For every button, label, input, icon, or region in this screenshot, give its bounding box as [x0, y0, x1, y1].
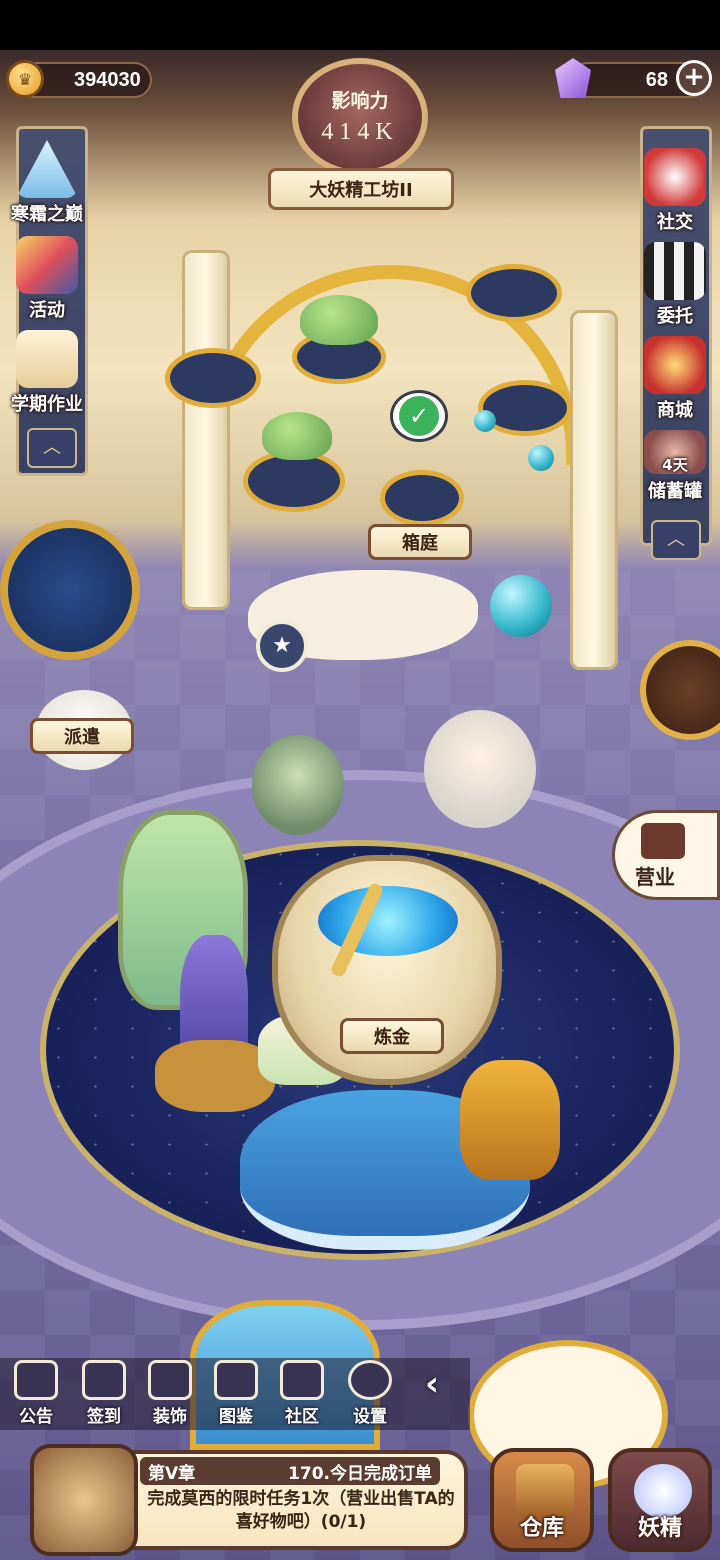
checkin-label: 签到 — [87, 1407, 121, 1427]
cauldron-liquid — [318, 886, 458, 956]
commission-icon — [644, 242, 706, 300]
quest-book-icon[interactable] — [30, 1444, 138, 1556]
wood-stump — [155, 1040, 275, 1112]
checkin-button[interactable]: 签到 — [76, 1360, 132, 1427]
commission-label: 委托 — [657, 306, 693, 327]
shop-bag-icon — [641, 823, 685, 859]
garden-tag[interactable]: 箱庭 — [368, 524, 472, 560]
event-button[interactable]: 活动 — [0, 236, 102, 322]
quest-header: 第V章 170.今日完成订单 — [140, 1457, 440, 1485]
business-button[interactable]: 营业 — [612, 810, 720, 900]
community-icon — [280, 1360, 324, 1400]
piggy-bank-button[interactable]: 4天 储蓄罐 — [620, 430, 720, 503]
shelf-top-right[interactable] — [466, 264, 562, 322]
community-button[interactable]: 社区 — [274, 1360, 330, 1427]
dispatch-tag[interactable]: 派遣 — [30, 718, 134, 754]
homework-label: 学期作业 — [11, 394, 83, 415]
telescope[interactable] — [0, 520, 140, 660]
plant-top — [300, 295, 378, 345]
warehouse-label: 仓库 — [519, 1516, 564, 1541]
social-icon — [644, 148, 706, 206]
coins-value: 394030 — [74, 68, 141, 91]
fairy-girl-character[interactable] — [424, 710, 536, 828]
coin-icon: ♛ — [6, 60, 44, 98]
event-picture-icon — [16, 236, 78, 294]
add-gems-button[interactable]: + — [676, 60, 712, 96]
gems-value: 68 — [645, 68, 668, 91]
influence-value: 414K — [321, 119, 399, 145]
shelf-left[interactable] — [165, 348, 261, 408]
collapse-right-menu-button[interactable]: ︿ — [651, 520, 701, 560]
pillar-left — [182, 250, 230, 610]
settings-button[interactable]: 设置 — [342, 1360, 398, 1427]
frost-peak-button[interactable]: 寒霜之巅 — [0, 140, 102, 226]
collapse-left-menu-button[interactable]: ︿ — [27, 428, 77, 468]
piggy-bank-badge: 4天 — [662, 456, 688, 474]
notice-label: 公告 — [19, 1407, 53, 1427]
notice-button[interactable]: 公告 — [8, 1360, 64, 1427]
mall-button[interactable]: 商城 — [620, 336, 720, 422]
status-bar — [0, 0, 720, 50]
chevron-up-icon: ︿ — [43, 437, 61, 458]
piggy-bank-label: 储蓄罐 — [648, 481, 702, 502]
business-label: 营业 — [635, 865, 675, 889]
social-button[interactable]: 社交 — [620, 148, 720, 234]
pillar-right — [570, 310, 618, 670]
decoration-button[interactable]: 装饰 — [142, 1360, 198, 1427]
handbook-button[interactable]: 图鉴 — [208, 1360, 264, 1427]
handbook-label: 图鉴 — [219, 1407, 253, 1427]
handbook-icon — [214, 1360, 258, 1400]
dragon-character[interactable] — [252, 735, 344, 835]
potion-flask — [490, 575, 552, 637]
garden-ready-bubble[interactable]: ✓ — [390, 390, 448, 442]
mall-icon — [644, 336, 706, 394]
ice-mountain-icon — [16, 140, 78, 198]
settings-label: 设置 — [353, 1407, 387, 1427]
decoration-icon — [148, 1360, 192, 1400]
fairy-button[interactable]: 妖精 — [608, 1448, 712, 1552]
settings-icon — [348, 1360, 392, 1400]
notice-icon — [14, 1360, 58, 1400]
community-label: 社区 — [285, 1407, 319, 1427]
warehouse-button[interactable]: 仓库 — [490, 1448, 594, 1552]
collapse-bottom-menu-button[interactable]: ‹ — [410, 1364, 454, 1408]
shelf-coral[interactable] — [380, 470, 464, 526]
checkmark-icon: ✓ — [399, 396, 439, 436]
commission-button[interactable]: 委托 — [620, 242, 720, 328]
alchemy-tag[interactable]: 炼金 — [340, 1018, 444, 1054]
mall-label: 商城 — [657, 400, 693, 421]
quest-description: 完成莫西的限时任务1次（营业出售TA的喜好物吧）(0/1) — [147, 1489, 455, 1532]
orb-2 — [474, 410, 496, 432]
homework-scroll-icon — [16, 330, 78, 388]
event-label: 活动 — [29, 300, 65, 321]
plant-mid — [262, 412, 332, 460]
shop-name-banner[interactable]: 大妖精工坊II — [268, 168, 454, 210]
quest-chapter: 第V章 — [148, 1463, 196, 1484]
chevron-up-icon: ︿ — [667, 529, 685, 550]
influence-badge[interactable]: 影响力 414K — [292, 58, 428, 176]
star-pin-icon[interactable]: ★ — [256, 620, 308, 672]
checkin-icon — [82, 1360, 126, 1400]
influence-label: 影响力 — [331, 91, 389, 112]
quest-progress-title: 170.今日完成订单 — [288, 1463, 432, 1484]
social-label: 社交 — [657, 212, 693, 233]
frost-peak-label: 寒霜之巅 — [11, 204, 83, 225]
game-scene[interactable] — [0, 50, 720, 1560]
chevron-left-icon: ‹ — [424, 1364, 439, 1404]
homework-button[interactable]: 学期作业 — [0, 330, 102, 416]
golden-jug — [460, 1060, 560, 1180]
decoration-label: 装饰 — [153, 1407, 187, 1427]
fairy-label: 妖精 — [637, 1516, 682, 1541]
orb-1 — [528, 445, 554, 471]
